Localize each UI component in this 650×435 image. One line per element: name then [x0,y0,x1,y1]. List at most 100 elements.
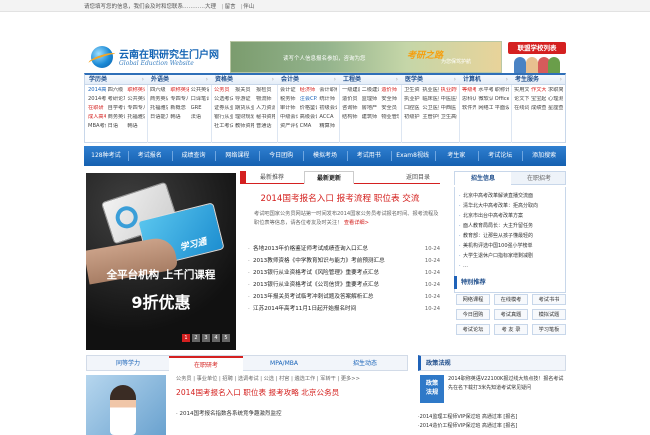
category-link[interactable]: 在线词典 [514,105,529,112]
tab-latest-recommend[interactable]: 最新推荐 [246,171,298,184]
bottom-category-links[interactable]: 公务员 | 事业单位 | 招聘 | 选调考试 | 公选 | 村官 | 遴选工作 … [176,375,408,382]
tab-mpa-mba[interactable]: MPA/MBA [247,356,321,371]
category-link[interactable]: 托福雅思 [150,105,168,112]
category-link[interactable]: 一级建造 [342,87,360,94]
category-link[interactable]: 会计职称 [319,87,337,94]
category-heading[interactable]: 资格类 › [211,75,277,85]
category-link[interactable]: 精算师 [319,123,337,130]
category-link[interactable]: 法语 [191,114,209,121]
category-heading[interactable]: 工程类 › [339,75,401,85]
category-link[interactable]: 2014考研 [88,96,106,103]
student-photo[interactable] [86,375,166,435]
category-link[interactable]: 成人高考 [88,114,106,121]
category-link[interactable]: 统计师 [319,96,337,103]
special-link-button[interactable]: 网络课程 [456,294,490,305]
hero-dot[interactable]: 2 [192,334,200,342]
category-link[interactable]: 物流师 [256,96,275,103]
category-link[interactable]: 经济师 [300,87,318,94]
category-link[interactable]: 思科认证 [462,96,476,103]
category-link[interactable]: 软件开发 [462,105,476,112]
category-link[interactable]: 理财规划 [235,114,254,121]
category-link[interactable]: 安全员 [381,105,399,112]
nav-item[interactable]: 模拟考场 [303,146,347,166]
list-item[interactable]: … [459,261,565,271]
category-link[interactable]: 考研论坛 [108,96,126,103]
category-link[interactable]: 安全师 [381,96,399,103]
category-link[interactable]: 执业护士 [404,96,420,103]
category-link[interactable]: 建筑师 [362,114,380,121]
category-link[interactable]: 公务员 [214,87,233,94]
category-link[interactable]: 咨询师 [342,105,360,112]
category-link[interactable]: CMA [300,123,318,130]
category-link[interactable]: 公卫医师 [422,105,438,112]
category-link[interactable]: 托福雅思 [127,114,145,121]
category-link[interactable]: 新概念 [170,105,188,112]
category-link[interactable]: 造价师 [381,87,399,94]
category-link[interactable]: 物业管理 [381,114,399,121]
category-link[interactable]: 网络工程 [478,105,492,112]
category-link[interactable]: 星座查询 [548,105,563,112]
tab-inservice-postgrad[interactable]: 在职研考 [169,356,243,371]
tab-inservice-exam[interactable]: 在职招考 [511,172,567,185]
special-link-button[interactable]: 考 友 录 [494,324,528,335]
category-link[interactable]: 报关员 [235,87,254,94]
nav-item[interactable]: 128种考试 [84,146,128,166]
category-link[interactable]: 公选考试 [214,96,233,103]
category-link[interactable]: 临床医师 [422,96,438,103]
category-link[interactable]: 公共英语 [191,87,209,94]
tab-back-directory[interactable]: 返回目录 [398,171,438,184]
category-link[interactable]: 作文大全 [531,87,546,94]
category-link[interactable]: 论文下载 [514,96,529,103]
list-item[interactable]: 北京市出台中高考改革方案 [459,211,565,221]
category-link[interactable]: 资产评估 [280,123,298,130]
category-link[interactable]: 职称英语 [127,87,145,94]
category-link[interactable]: 导游证 [235,96,254,103]
category-link[interactable]: 韩语 [127,123,145,130]
category-link[interactable]: 执业医师 [422,87,438,94]
category-link[interactable]: GRE [191,105,209,112]
category-link[interactable]: 秘书资格 [256,114,275,121]
header-banner[interactable]: 读写个人信息报名参加，咨询为您 考研之路 为您保驾护航 [230,41,502,73]
category-link[interactable]: 2014高考 [88,87,106,94]
nav-item[interactable]: 考试报名 [128,146,172,166]
top-link-partner[interactable]: 伴山 [243,4,254,10]
category-heading[interactable]: 考生服务 › [511,75,565,85]
nav-item[interactable]: 考生家 [435,146,479,166]
nav-item[interactable]: Exam8视线 [391,146,435,166]
tab-admission-news[interactable]: 招生动态 [325,356,405,371]
category-heading[interactable]: 学历类 › [85,75,147,85]
category-link[interactable]: 主管护师 [422,114,438,121]
list-item[interactable]: 各地2013年价格鉴证师考试成绩查询入口汇总 10-24 [248,243,440,255]
special-link-button[interactable]: 在线模考 [494,294,528,305]
category-link[interactable]: 人力资源 [256,105,275,112]
category-link[interactable]: ACCA [319,114,337,121]
tab-admission-info[interactable]: 招生信息 [455,172,511,185]
top-link-guestbook[interactable]: 留言 [225,4,236,10]
news-headline[interactable]: 2014国考报名入口 报考流程 职位表 交流 [240,192,440,204]
nav-item[interactable]: 添加搜索 [522,146,566,166]
category-link[interactable]: 专四专八 [170,96,188,103]
category-link[interactable]: 报检员 [256,87,275,94]
category-link[interactable]: 成绩查询 [531,105,546,112]
category-heading[interactable]: 外语类 › [147,75,211,85]
category-link[interactable]: 职称计算 [495,87,509,94]
category-link[interactable]: 执业药师 [441,87,457,94]
nav-item[interactable]: 网络课程 [215,146,259,166]
category-link[interactable]: 职称英语 [170,87,188,94]
nav-item[interactable]: 考试论坛 [478,146,522,166]
category-heading[interactable]: 计算机 › [459,75,511,85]
category-link[interactable]: 监理师 [362,96,380,103]
category-link[interactable]: 微软认证 [478,96,492,103]
special-link-button[interactable]: 考试真题 [494,309,528,320]
category-link[interactable]: MBA考试 [88,123,106,130]
hero-dot[interactable]: 3 [202,334,210,342]
category-link[interactable]: 商务英语 [108,114,126,121]
category-link[interactable]: 造价员 [342,96,360,103]
category-link[interactable]: 宝宝起名 [531,96,546,103]
policy-text[interactable]: 2014职称英语V22100K报过线大热点技！报名考试先在名下载打3米先知道考试… [448,375,564,392]
category-link[interactable]: 中西医 [441,105,457,112]
list-item[interactable]: 教育部：让那些从孩子懂最轻的 [459,231,565,241]
list-item[interactable]: 2013教师资格《中学教育知识与能力》考前预测汇总 10-24 [248,255,440,267]
list-item[interactable]: 北京中高考改革解读直播交流面 [459,191,565,201]
hero-banner[interactable]: 学习通 全平台机构 上千门课程 9折优惠 12345 [86,173,236,350]
